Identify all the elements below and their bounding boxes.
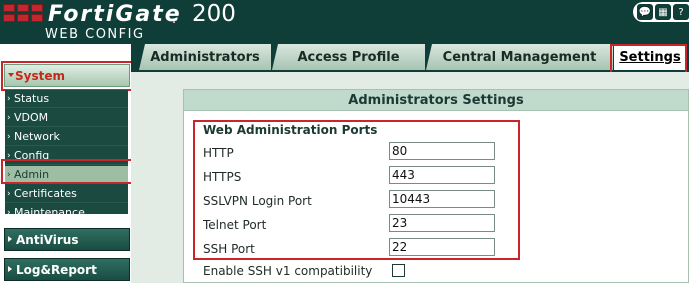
chat-icon[interactable]: 💬	[637, 4, 653, 20]
tab-central-management[interactable]: Central Management	[426, 44, 613, 70]
web-config-label: WEB CONFIG	[45, 27, 145, 42]
sidebar-item-label: VDOM	[14, 111, 49, 124]
model-number: 200	[192, 1, 236, 27]
bullet-icon: ›	[7, 208, 11, 218]
http-port-input[interactable]: 80	[389, 142, 495, 160]
bullet-icon: ›	[7, 94, 11, 104]
sidebar-item-status[interactable]: › Status	[5, 90, 128, 108]
sidebar-item-label: Certificates	[14, 187, 77, 200]
telnet-label: Telnet Port	[203, 218, 267, 232]
sidebar-item-maintenance[interactable]: › Maintenance	[5, 204, 128, 222]
tab-access-profile[interactable]: Access Profile	[272, 44, 425, 70]
admin-highlight-box	[1, 159, 138, 184]
brand-name: FortiGate	[48, 2, 182, 27]
settings-highlight-box	[610, 44, 687, 74]
http-label: HTTP	[203, 146, 234, 160]
system-highlight-box	[1, 61, 137, 91]
https-port-input[interactable]: 443	[389, 166, 495, 184]
sslvpn-label: SSLVPN Login Port	[203, 194, 312, 208]
sidebar-section-label: AntiVirus	[16, 232, 79, 247]
sslvpn-port-input[interactable]: 10443	[389, 190, 495, 208]
sidebar-item-network[interactable]: › Network	[5, 128, 128, 146]
https-label: HTTPS	[203, 170, 242, 184]
header-icons: 💬 ▦ ?	[633, 2, 689, 22]
sidebar-item-certificates[interactable]: › Certificates	[5, 185, 128, 203]
ssh-port-input[interactable]: 22	[389, 238, 495, 256]
panel-title: Administrators Settings	[184, 90, 688, 111]
bullet-icon: ›	[7, 132, 11, 142]
top-header: FortiGate . 200 WEB CONFIG 💬 ▦ ?	[0, 0, 689, 44]
chevron-right-icon	[8, 236, 12, 242]
sidebar-item-vdom[interactable]: › VDOM	[5, 109, 128, 127]
tab-administrators[interactable]: Administrators	[139, 44, 271, 70]
save-icon[interactable]: ▦	[655, 4, 671, 20]
ssh-label: SSH Port	[203, 242, 255, 256]
sidebar-item-label: Network	[14, 130, 60, 143]
ports-section-title: Web Administration Ports	[203, 123, 378, 137]
chevron-right-icon	[8, 266, 12, 272]
bullet-icon: ›	[7, 113, 11, 123]
brand-dot: .	[172, 12, 177, 27]
telnet-port-input[interactable]: 23	[389, 214, 495, 232]
ssh-v1-checkbox[interactable]	[392, 264, 405, 277]
sidebar-item-label: Maintenance	[14, 206, 85, 219]
fortinet-logo-mark	[3, 4, 45, 24]
sidebar-section-label: Log&Report	[16, 262, 97, 277]
ssh-v1-label: Enable SSH v1 compatibility	[203, 264, 373, 278]
system-submenu: › Status › VDOM › Network › Config › Adm…	[5, 90, 128, 219]
tab-bar: Administrators Access Profile Central Ma…	[131, 44, 689, 74]
help-icon[interactable]: ?	[673, 4, 689, 20]
sidebar-antivirus-button[interactable]: AntiVirus	[4, 228, 130, 251]
bullet-icon: ›	[7, 189, 11, 199]
sidebar-logreport-button[interactable]: Log&Report	[4, 258, 130, 281]
sidebar-item-label: Status	[14, 92, 50, 105]
sidebar: System › Status › VDOM › Network › Confi…	[0, 44, 138, 283]
